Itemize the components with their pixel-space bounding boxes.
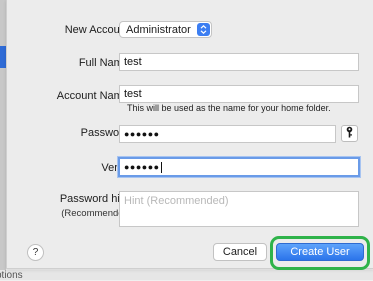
help-button[interactable]: ? <box>27 244 44 261</box>
password-masked-value: ●●●●●● <box>124 129 160 139</box>
new-account-label: New Account: <box>64 24 132 36</box>
account-type-popup[interactable]: Administrator <box>119 21 212 38</box>
create-user-label: Create User <box>290 246 350 258</box>
help-label: ? <box>32 247 39 258</box>
password-label: Password: <box>80 127 132 139</box>
account-name-value: test <box>124 88 142 100</box>
text-cursor <box>160 161 162 173</box>
password-hint-sublabel: (Recommended) <box>61 208 132 219</box>
full-name-label: Full Name: <box>78 57 132 69</box>
full-name-value: test <box>124 56 142 68</box>
verify-field[interactable]: ●●●●●● <box>118 157 360 177</box>
full-name-field[interactable]: test <box>119 53 359 71</box>
password-hint-field[interactable]: Hint (Recommended) <box>119 191 359 227</box>
cancel-label: Cancel <box>222 246 258 258</box>
key-icon <box>345 126 354 141</box>
password-hint-label: Password hint: <box>59 193 132 205</box>
verify-label: Verify: <box>101 162 132 174</box>
background-options-label: ptions <box>0 270 23 281</box>
background-bottom-strip <box>0 270 373 280</box>
cancel-button[interactable]: Cancel <box>213 243 267 261</box>
password-field[interactable]: ●●●●●● <box>119 125 336 143</box>
home-folder-hint: This will be used as the name for your h… <box>127 103 331 113</box>
account-name-field[interactable]: test <box>119 85 359 103</box>
account-type-value: Administrator <box>126 23 191 36</box>
create-user-button[interactable]: Create User <box>276 243 364 261</box>
password-hint-placeholder: Hint (Recommended) <box>124 195 229 207</box>
up-down-arrows-icon <box>197 23 210 36</box>
new-account-sheet: New Account: Administrator Full Name: te… <box>6 0 373 270</box>
verify-masked-value: ●●●●●● <box>124 162 160 172</box>
account-name-label: Account Name: <box>56 90 132 102</box>
password-assistant-button[interactable] <box>341 125 358 142</box>
